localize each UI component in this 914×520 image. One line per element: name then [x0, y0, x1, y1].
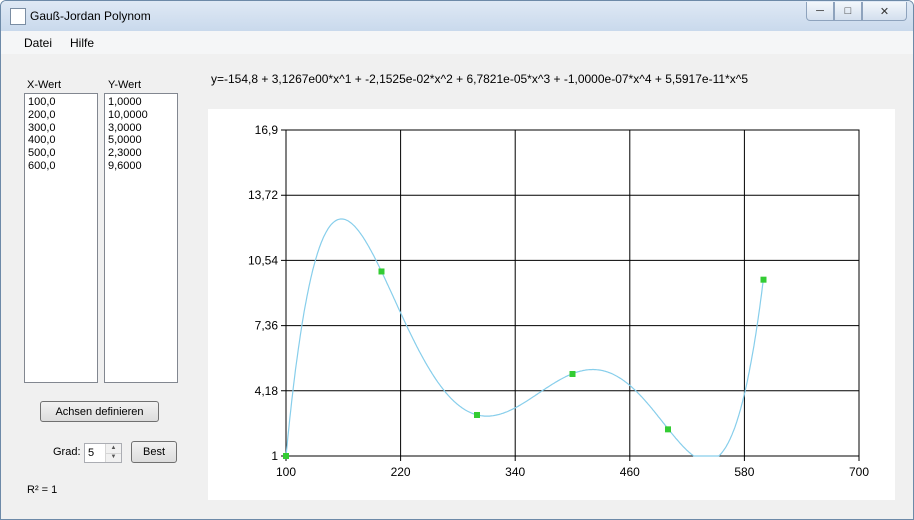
y-wert-header: Y-Wert: [108, 79, 142, 91]
x-values-listbox[interactable]: 100,0 200,0 300,0 400,0 500,0 600,0: [24, 93, 98, 383]
x-value-list-item[interactable]: 500,0: [28, 147, 97, 160]
maximize-button[interactable]: □: [834, 2, 862, 21]
x-value-list-item[interactable]: 100,0: [28, 96, 97, 109]
minimize-icon: ─: [816, 5, 824, 17]
y-values-listbox[interactable]: 1,0000 10,0000 3,0000 5,0000 2,3000 9,6000: [104, 93, 178, 383]
y-value-list-item[interactable]: 3,0000: [108, 122, 177, 135]
polynomial-chart: 100 220 340 460 580 700 1 4,18 7,36 10,54 13,72 16,…: [248, 123, 869, 479]
y-value-list-item[interactable]: 9,6000: [108, 160, 177, 173]
x-wert-header: X-Wert: [27, 79, 62, 91]
y-value-list-item[interactable]: 1,0000: [108, 96, 177, 109]
y-tick-label: 10,54: [248, 253, 278, 267]
x-tick-label: 580: [734, 465, 754, 479]
x-tick-label: 700: [849, 465, 869, 479]
menu-hilfe[interactable]: Hilfe: [70, 36, 94, 50]
x-tick-label: 460: [620, 465, 640, 479]
window-title: Gauß-Jordan Polynom: [30, 9, 151, 23]
stepper-buttons: ▲ ▼: [105, 444, 121, 462]
close-button[interactable]: ✕: [862, 2, 907, 21]
x-value-list-item[interactable]: 600,0: [28, 160, 97, 173]
grad-label: Grad:: [53, 446, 81, 458]
data-point: [760, 276, 767, 283]
plot-frame: [285, 129, 860, 457]
y-tick-label: 16,9: [255, 123, 279, 137]
y-value-list-item[interactable]: 2,3000: [108, 147, 177, 160]
chart-area: 100 220 340 460 580 700 1 4,18 7,36 10,54 13,72 16,…: [208, 109, 895, 500]
y-tick-label: 7,36: [255, 319, 279, 333]
grad-value: 5: [88, 447, 95, 459]
y-tick-label: 1: [271, 449, 278, 463]
minimize-button[interactable]: ─: [806, 2, 834, 21]
stepper-down-icon[interactable]: ▼: [106, 453, 121, 462]
x-value-list-item[interactable]: 300,0: [28, 122, 97, 135]
x-tick-label: 220: [391, 465, 411, 479]
close-icon: ✕: [879, 5, 890, 18]
window-controls: ─ □ ✕: [806, 2, 907, 21]
x-value-list-item[interactable]: 200,0: [28, 109, 97, 122]
best-button[interactable]: Best: [131, 441, 177, 463]
x-value-list-item[interactable]: 400,0: [28, 134, 97, 147]
regression-equation: y=-154,8 + 3,1267e00*x^1 + -2,1525e-02*x…: [211, 72, 748, 86]
data-point: [569, 370, 576, 377]
y-value-list-item[interactable]: 10,0000: [108, 109, 177, 122]
define-axes-button[interactable]: Achsen definieren: [40, 401, 159, 422]
grad-stepper[interactable]: 5 ▲ ▼: [84, 443, 122, 463]
y-tick-label: 13,72: [248, 188, 278, 202]
data-point: [474, 411, 480, 418]
x-tick-label: 340: [505, 465, 525, 479]
data-point: [378, 268, 385, 275]
data-point: [283, 453, 289, 459]
app-window: Gauß-Jordan Polynom ─ □ ✕ Datei Hilfe X-…: [0, 0, 914, 520]
data-point: [665, 426, 671, 433]
maximize-icon: □: [844, 5, 852, 17]
title-bar[interactable]: Gauß-Jordan Polynom ─ □ ✕: [1, 1, 913, 31]
y-value-list-item[interactable]: 5,0000: [108, 134, 177, 147]
menu-bar: Datei Hilfe: [1, 31, 913, 54]
r-squared-label: R² = 1: [27, 484, 58, 496]
app-icon: [10, 8, 26, 25]
x-tick-label: 100: [276, 465, 296, 479]
y-tick-label: 4,18: [255, 384, 279, 398]
menu-datei[interactable]: Datei: [24, 36, 52, 50]
